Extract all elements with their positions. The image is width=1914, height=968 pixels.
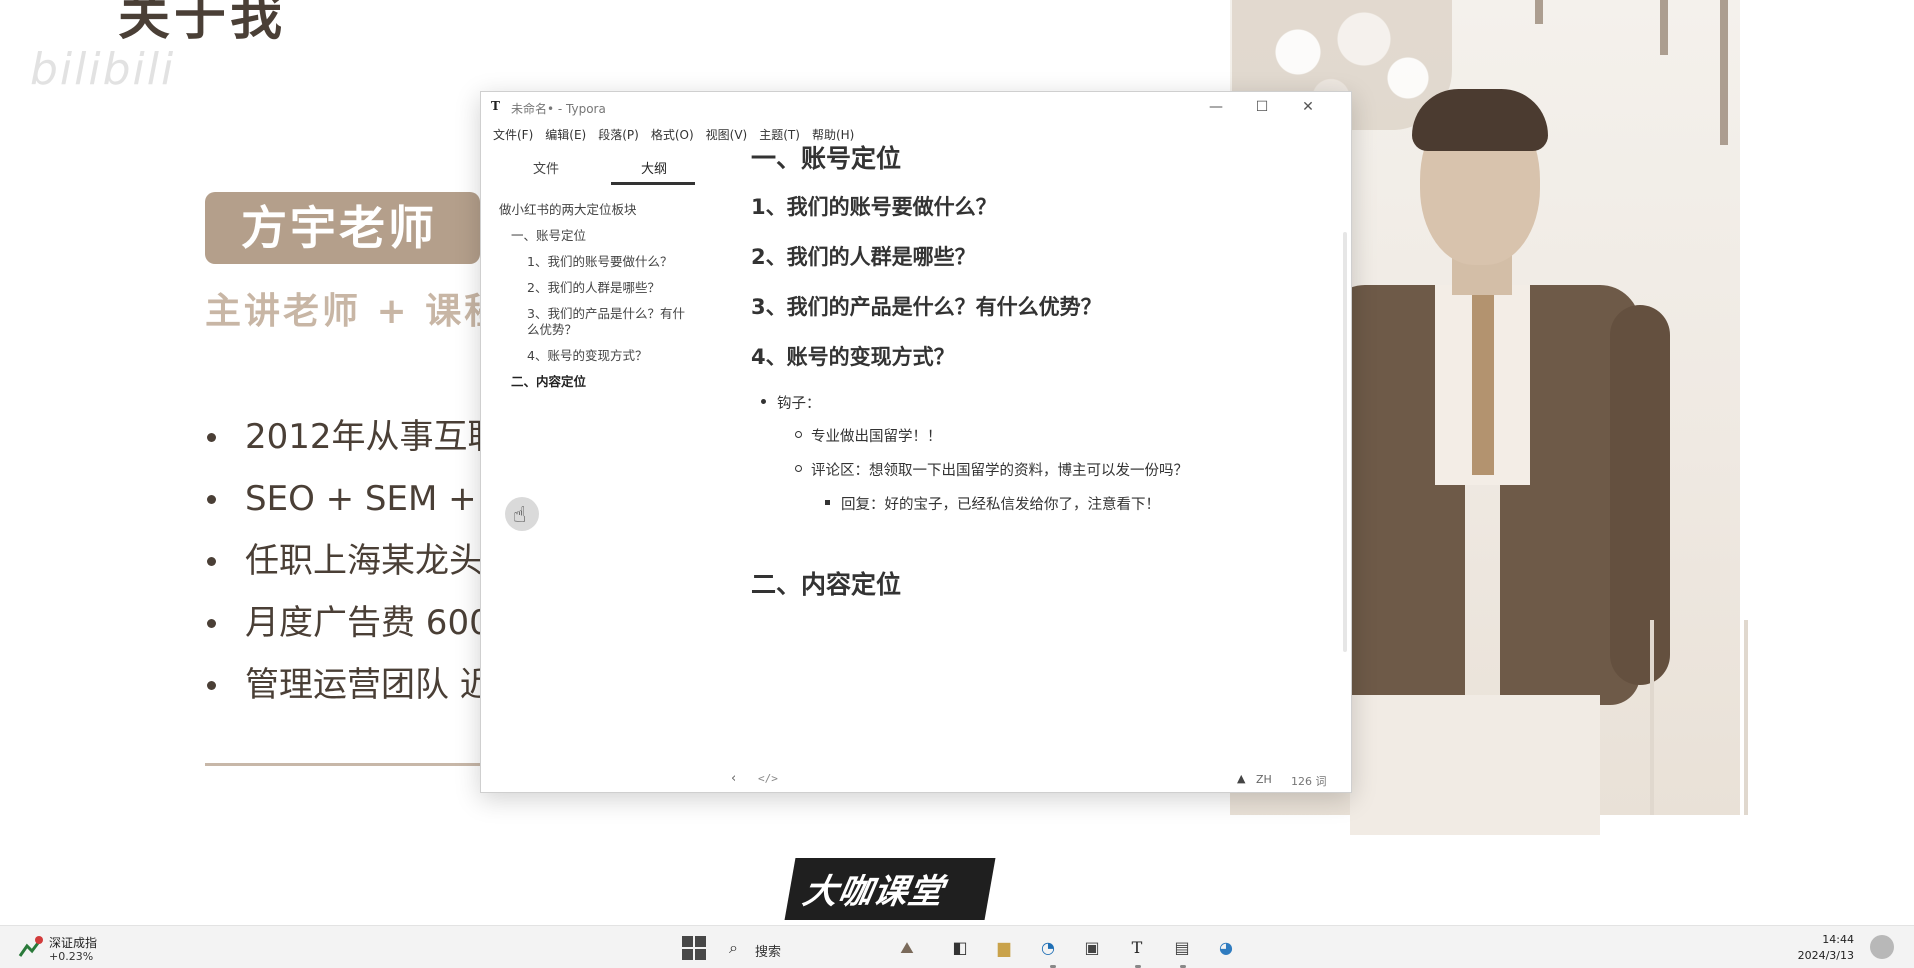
- tie: [1472, 295, 1494, 475]
- sidebar: 文件 大纲 做小红书的两大定位板块 一、账号定位 1、我们的账号要做什么？ 2、…: [481, 152, 696, 768]
- stock-change: +0.23%: [49, 950, 94, 963]
- stock-name[interactable]: 深证成指: [49, 934, 97, 951]
- title-bar[interactable]: T 未命名• - Typora — ☐ ✕: [481, 92, 1351, 122]
- taskbar: 深证成指 +0.23% ⌕ 搜索 ⛰ ◧ ▆ ◔ ▣ T ▤ ◕ 14:44 2…: [0, 925, 1914, 968]
- list-item[interactable]: 钩子：: [761, 392, 821, 413]
- vine-decoration: [1720, 0, 1728, 145]
- outline-list: 做小红书的两大定位板块 一、账号定位 1、我们的账号要做什么？ 2、我们的人群是…: [481, 202, 696, 400]
- maximize-button[interactable]: ☐: [1239, 92, 1285, 122]
- hand-cursor-icon: ☝: [505, 497, 539, 531]
- language-indicator[interactable]: ZH: [1256, 773, 1272, 786]
- tab-files[interactable]: 文件: [501, 158, 591, 177]
- active-tab-indicator: [611, 182, 695, 185]
- typora-app-icon: T: [491, 99, 500, 113]
- bullet-dot-icon: [761, 399, 766, 404]
- slide-bullet-list: 2012年从事互联 SEO + SEM + 运 任职上海某龙头 月度广告费 60…: [205, 412, 521, 722]
- slide-title: 关于我: [118, 0, 287, 47]
- toggle-sidebar-icon[interactable]: ‹: [731, 771, 736, 786]
- heading-account-positioning[interactable]: 一、账号定位: [751, 142, 901, 176]
- menu-format[interactable]: 格式(O): [645, 124, 700, 146]
- slide-bullet: 管理运营团队 近: [205, 660, 521, 722]
- warning-icon[interactable]: ▲: [1237, 772, 1245, 785]
- chair: [1650, 620, 1748, 815]
- edge-dev-icon[interactable]: ◕: [1214, 936, 1238, 960]
- vine-decoration: [1535, 0, 1543, 24]
- bullet-circle-icon: [795, 465, 802, 472]
- slide-bullet: SEO + SEM + 运: [205, 474, 521, 536]
- list-item-text: 评论区：想领取一下出国留学的资料，博主可以发一份吗？: [811, 463, 1188, 479]
- menu-view[interactable]: 视图(V): [700, 124, 754, 146]
- sidebar-tabs: 文件 大纲: [481, 152, 696, 186]
- notepad-icon[interactable]: ▤: [1170, 936, 1194, 960]
- editor-area[interactable]: 一、账号定位 1、我们的账号要做什么？ 2、我们的人群是哪些？ 3、我们的产品是…: [751, 142, 1331, 762]
- outline-item[interactable]: 做小红书的两大定位板块: [481, 202, 696, 218]
- search-icon: ⌕: [729, 938, 738, 957]
- clock-date[interactable]: 2024/3/13: [1798, 949, 1854, 962]
- task-view-icon[interactable]: ◧: [948, 936, 972, 960]
- source-code-icon[interactable]: </>: [758, 772, 778, 785]
- slide-bullet: 2012年从事互联: [205, 412, 521, 474]
- outline-item[interactable]: 1、我们的账号要做什么？: [481, 254, 696, 270]
- typora-taskbar-icon[interactable]: T: [1125, 936, 1149, 960]
- heading-question[interactable]: 1、我们的账号要做什么？: [751, 192, 997, 222]
- list-item-text: 回复：好的宝子，已经私信发给你了，注意看下！: [841, 497, 1160, 513]
- vine-decoration: [1660, 0, 1668, 55]
- heading-question[interactable]: 2、我们的人群是哪些？: [751, 242, 976, 272]
- clock-time[interactable]: 14:44: [1822, 933, 1854, 946]
- store-icon[interactable]: ▣: [1080, 936, 1104, 960]
- outline-item[interactable]: 4、账号的变现方式？: [481, 348, 696, 364]
- status-bar: ‹ </> ▲ ZH 126 词: [481, 768, 1351, 792]
- typora-window[interactable]: T 未命名• - Typora — ☐ ✕ 文件(F) 编辑(E) 段落(P) …: [480, 91, 1352, 793]
- pants: [1350, 695, 1600, 835]
- heading-content-positioning[interactable]: 二、内容定位: [751, 568, 901, 602]
- list-item-text: 专业做出国留学！！: [811, 429, 942, 445]
- scrollbar[interactable]: [1343, 232, 1347, 652]
- hair: [1412, 89, 1548, 151]
- word-count[interactable]: 126 词: [1291, 773, 1327, 789]
- menu-file[interactable]: 文件(F): [487, 124, 539, 146]
- brand-logo: 大咖课堂: [784, 858, 996, 920]
- list-item-text: 钩子：: [777, 396, 821, 412]
- landscape-widget-icon[interactable]: ⛰: [895, 936, 919, 960]
- presenter-name-tag: 方宇老师: [205, 192, 480, 264]
- menu-edit[interactable]: 编辑(E): [539, 124, 592, 146]
- search-placeholder: 搜索: [755, 945, 782, 960]
- outline-item[interactable]: 2、我们的人群是哪些？: [481, 280, 696, 296]
- close-button[interactable]: ✕: [1285, 92, 1331, 122]
- tab-outline[interactable]: 大纲: [609, 158, 699, 177]
- slide-subtitle: 主讲老师 + 课程: [205, 291, 504, 332]
- windows-start-icon[interactable]: [682, 936, 706, 960]
- list-item[interactable]: 评论区：想领取一下出国留学的资料，博主可以发一份吗？: [795, 459, 1188, 480]
- slide-bullet: 月度广告费 600: [205, 598, 521, 660]
- bilibili-watermark: bilibili: [30, 44, 176, 95]
- brand-logo-text: 大咖课堂: [799, 872, 947, 912]
- heading-question[interactable]: 4、账号的变现方式？: [751, 342, 955, 372]
- list-item[interactable]: 专业做出国留学！！: [795, 425, 942, 446]
- outline-item[interactable]: 一、账号定位: [481, 228, 696, 244]
- edge-browser-icon[interactable]: ◔: [1036, 936, 1060, 960]
- presenter-figure: [1325, 89, 1680, 835]
- file-explorer-icon[interactable]: ▆: [992, 936, 1016, 960]
- heading-question[interactable]: 3、我们的产品是什么？有什么优势？: [751, 292, 1102, 322]
- menu-paragraph[interactable]: 段落(P): [592, 124, 645, 146]
- bullet-square-icon: [825, 500, 830, 505]
- screen: 关于我 bilibili 方宇老师 主讲老师 + 课程 2012年从事互联 SE…: [0, 0, 1914, 968]
- user-avatar[interactable]: [1870, 935, 1894, 959]
- stock-widget-icon[interactable]: [18, 934, 44, 960]
- taskbar-search[interactable]: ⌕ 搜索: [725, 934, 885, 962]
- window-title: 未命名• - Typora: [511, 102, 606, 116]
- outline-item[interactable]: 3、我们的产品是什么？有什么优势？: [481, 306, 696, 338]
- minimize-button[interactable]: —: [1193, 92, 1239, 122]
- list-item[interactable]: 回复：好的宝子，已经私信发给你了，注意看下！: [825, 493, 1160, 514]
- bullet-circle-icon: [795, 431, 802, 438]
- slide-bullet: 任职上海某龙头: [205, 536, 521, 598]
- outline-item-active[interactable]: 二、内容定位: [481, 374, 696, 390]
